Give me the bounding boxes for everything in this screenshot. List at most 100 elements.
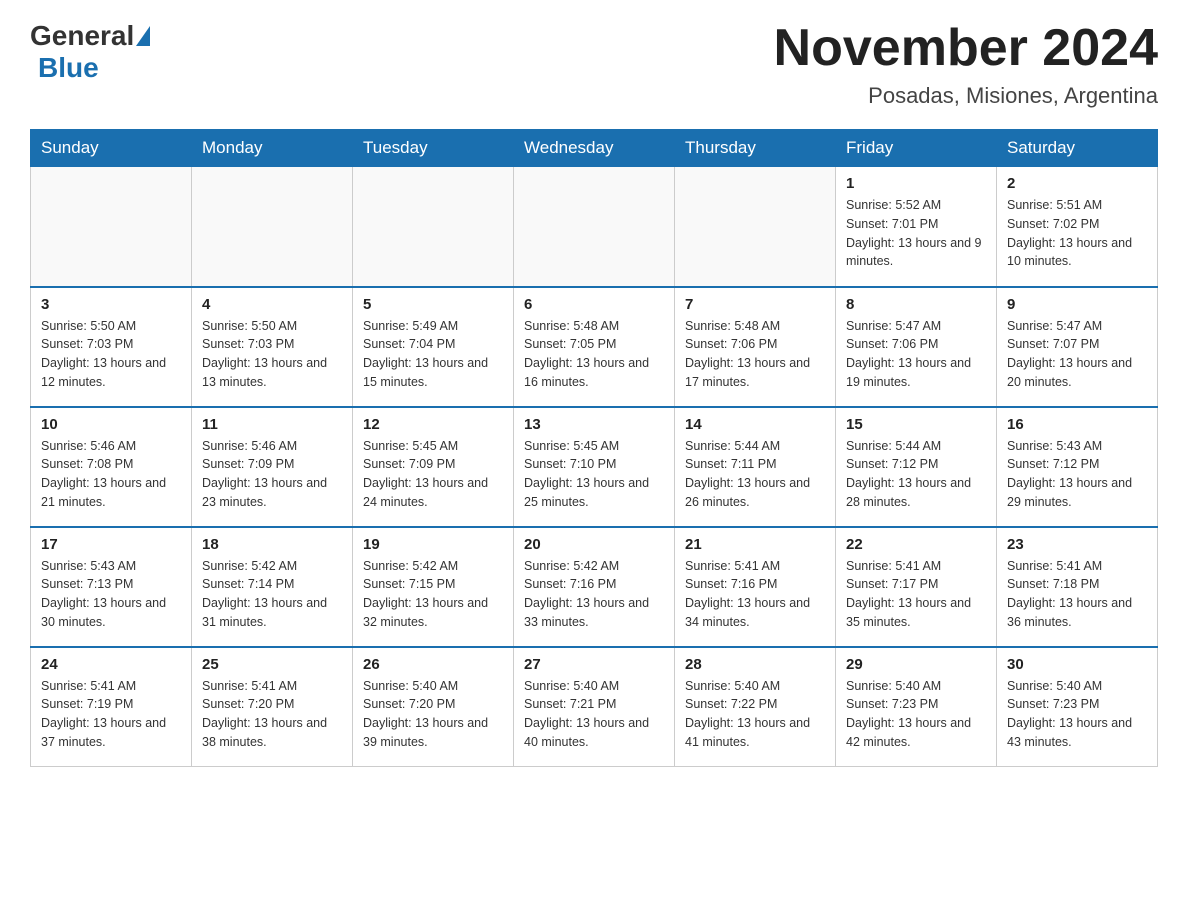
day-number: 30 bbox=[1007, 656, 1147, 673]
day-info: Sunrise: 5:50 AMSunset: 7:03 PMDaylight:… bbox=[202, 317, 342, 392]
day-info: Sunrise: 5:40 AMSunset: 7:23 PMDaylight:… bbox=[1007, 677, 1147, 752]
day-info: Sunrise: 5:42 AMSunset: 7:16 PMDaylight:… bbox=[524, 557, 664, 632]
day-info: Sunrise: 5:41 AMSunset: 7:16 PMDaylight:… bbox=[685, 557, 825, 632]
calendar-cell: 17Sunrise: 5:43 AMSunset: 7:13 PMDayligh… bbox=[31, 527, 192, 647]
day-info: Sunrise: 5:44 AMSunset: 7:12 PMDaylight:… bbox=[846, 437, 986, 512]
calendar-cell: 18Sunrise: 5:42 AMSunset: 7:14 PMDayligh… bbox=[192, 527, 353, 647]
day-of-week-header: Tuesday bbox=[353, 130, 514, 167]
day-number: 6 bbox=[524, 296, 664, 313]
day-info: Sunrise: 5:48 AMSunset: 7:05 PMDaylight:… bbox=[524, 317, 664, 392]
day-info: Sunrise: 5:40 AMSunset: 7:20 PMDaylight:… bbox=[363, 677, 503, 752]
day-number: 22 bbox=[846, 536, 986, 553]
day-info: Sunrise: 5:43 AMSunset: 7:13 PMDaylight:… bbox=[41, 557, 181, 632]
day-info: Sunrise: 5:43 AMSunset: 7:12 PMDaylight:… bbox=[1007, 437, 1147, 512]
calendar-cell: 1 Sunrise: 5:52 AMSunset: 7:01 PMDaylight… bbox=[836, 167, 997, 287]
day-number: 25 bbox=[202, 656, 342, 673]
calendar-cell: 27 Sunrise: 5:40 AMSunset: 7:21 PMDayligh… bbox=[514, 647, 675, 767]
calendar-week-row: 10 Sunrise: 5:46 AMSunset: 7:08 PMDayligh… bbox=[31, 407, 1158, 527]
day-number: 5 bbox=[363, 296, 503, 313]
day-of-week-header: Monday bbox=[192, 130, 353, 167]
day-number: 13 bbox=[524, 416, 664, 433]
calendar-cell: 2Sunrise: 5:51 AMSunset: 7:02 PMDaylight… bbox=[997, 167, 1158, 287]
calendar-table: SundayMondayTuesdayWednesdayThursdayFrid… bbox=[30, 129, 1158, 767]
day-of-week-header: Saturday bbox=[997, 130, 1158, 167]
calendar-cell: 30 Sunrise: 5:40 AMSunset: 7:23 PMDayligh… bbox=[997, 647, 1158, 767]
title-section: November 2024 Posadas, Misiones, Argenti… bbox=[774, 20, 1158, 109]
day-number: 21 bbox=[685, 536, 825, 553]
calendar-cell: 28 Sunrise: 5:40 AMSunset: 7:22 PMDayligh… bbox=[675, 647, 836, 767]
calendar-cell: 29 Sunrise: 5:40 AMSunset: 7:23 PMDayligh… bbox=[836, 647, 997, 767]
day-of-week-header: Wednesday bbox=[514, 130, 675, 167]
calendar-cell bbox=[675, 167, 836, 287]
day-number: 29 bbox=[846, 656, 986, 673]
day-info: Sunrise: 5:49 AMSunset: 7:04 PMDaylight:… bbox=[363, 317, 503, 392]
day-info: Sunrise: 5:48 AMSunset: 7:06 PMDaylight:… bbox=[685, 317, 825, 392]
calendar-cell: 24 Sunrise: 5:41 AMSunset: 7:19 PMDayligh… bbox=[31, 647, 192, 767]
day-info: Sunrise: 5:50 AMSunset: 7:03 PMDaylight:… bbox=[41, 317, 181, 392]
day-number: 14 bbox=[685, 416, 825, 433]
calendar-cell: 6 Sunrise: 5:48 AMSunset: 7:05 PMDaylight… bbox=[514, 287, 675, 407]
calendar-cell: 3 Sunrise: 5:50 AMSunset: 7:03 PMDaylight… bbox=[31, 287, 192, 407]
calendar-cell bbox=[514, 167, 675, 287]
day-info: Sunrise: 5:45 AMSunset: 7:10 PMDaylight:… bbox=[524, 437, 664, 512]
calendar-header-row: SundayMondayTuesdayWednesdayThursdayFrid… bbox=[31, 130, 1158, 167]
day-number: 8 bbox=[846, 296, 986, 313]
calendar-cell: 7 Sunrise: 5:48 AMSunset: 7:06 PMDaylight… bbox=[675, 287, 836, 407]
calendar-cell: 26 Sunrise: 5:40 AMSunset: 7:20 PMDayligh… bbox=[353, 647, 514, 767]
day-number: 4 bbox=[202, 296, 342, 313]
logo-general: General bbox=[30, 20, 134, 52]
logo-blue: Blue bbox=[38, 52, 99, 83]
calendar-cell: 19 Sunrise: 5:42 AMSunset: 7:15 PMDayligh… bbox=[353, 527, 514, 647]
day-info: Sunrise: 5:46 AMSunset: 7:08 PMDaylight:… bbox=[41, 437, 181, 512]
day-info: Sunrise: 5:52 AMSunset: 7:01 PMDaylight:… bbox=[846, 196, 986, 271]
day-info: Sunrise: 5:42 AMSunset: 7:14 PMDaylight:… bbox=[202, 557, 342, 632]
day-info: Sunrise: 5:41 AMSunset: 7:20 PMDaylight:… bbox=[202, 677, 342, 752]
day-info: Sunrise: 5:47 AMSunset: 7:06 PMDaylight:… bbox=[846, 317, 986, 392]
day-info: Sunrise: 5:44 AMSunset: 7:11 PMDaylight:… bbox=[685, 437, 825, 512]
calendar-cell: 9 Sunrise: 5:47 AMSunset: 7:07 PMDaylight… bbox=[997, 287, 1158, 407]
calendar-cell: 14 Sunrise: 5:44 AMSunset: 7:11 PMDayligh… bbox=[675, 407, 836, 527]
calendar-cell: 10 Sunrise: 5:46 AMSunset: 7:08 PMDayligh… bbox=[31, 407, 192, 527]
calendar-cell: 5 Sunrise: 5:49 AMSunset: 7:04 PMDaylight… bbox=[353, 287, 514, 407]
day-info: Sunrise: 5:41 AMSunset: 7:18 PMDaylight:… bbox=[1007, 557, 1147, 632]
day-of-week-header: Sunday bbox=[31, 130, 192, 167]
day-info: Sunrise: 5:40 AMSunset: 7:21 PMDaylight:… bbox=[524, 677, 664, 752]
calendar-cell bbox=[353, 167, 514, 287]
day-number: 10 bbox=[41, 416, 181, 433]
day-info: Sunrise: 5:40 AMSunset: 7:23 PMDaylight:… bbox=[846, 677, 986, 752]
day-number: 27 bbox=[524, 656, 664, 673]
day-number: 9 bbox=[1007, 296, 1147, 313]
day-info: Sunrise: 5:45 AMSunset: 7:09 PMDaylight:… bbox=[363, 437, 503, 512]
day-number: 7 bbox=[685, 296, 825, 313]
day-info: Sunrise: 5:42 AMSunset: 7:15 PMDaylight:… bbox=[363, 557, 503, 632]
calendar-week-row: 17Sunrise: 5:43 AMSunset: 7:13 PMDayligh… bbox=[31, 527, 1158, 647]
day-number: 19 bbox=[363, 536, 503, 553]
calendar-cell: 8 Sunrise: 5:47 AMSunset: 7:06 PMDaylight… bbox=[836, 287, 997, 407]
calendar-week-row: 24 Sunrise: 5:41 AMSunset: 7:19 PMDayligh… bbox=[31, 647, 1158, 767]
day-number: 1 bbox=[846, 175, 986, 192]
calendar-week-row: 1 Sunrise: 5:52 AMSunset: 7:01 PMDaylight… bbox=[31, 167, 1158, 287]
day-number: 11 bbox=[202, 416, 342, 433]
calendar-cell: 13 Sunrise: 5:45 AMSunset: 7:10 PMDayligh… bbox=[514, 407, 675, 527]
logo: General Blue bbox=[30, 20, 152, 84]
calendar-week-row: 3 Sunrise: 5:50 AMSunset: 7:03 PMDaylight… bbox=[31, 287, 1158, 407]
calendar-cell: 22Sunrise: 5:41 AMSunset: 7:17 PMDayligh… bbox=[836, 527, 997, 647]
day-info: Sunrise: 5:51 AMSunset: 7:02 PMDaylight:… bbox=[1007, 196, 1147, 271]
calendar-cell: 21 Sunrise: 5:41 AMSunset: 7:16 PMDayligh… bbox=[675, 527, 836, 647]
day-number: 3 bbox=[41, 296, 181, 313]
day-info: Sunrise: 5:46 AMSunset: 7:09 PMDaylight:… bbox=[202, 437, 342, 512]
day-info: Sunrise: 5:40 AMSunset: 7:22 PMDaylight:… bbox=[685, 677, 825, 752]
day-info: Sunrise: 5:47 AMSunset: 7:07 PMDaylight:… bbox=[1007, 317, 1147, 392]
calendar-cell: 25 Sunrise: 5:41 AMSunset: 7:20 PMDayligh… bbox=[192, 647, 353, 767]
day-number: 24 bbox=[41, 656, 181, 673]
day-info: Sunrise: 5:41 AMSunset: 7:19 PMDaylight:… bbox=[41, 677, 181, 752]
day-number: 12 bbox=[363, 416, 503, 433]
day-number: 15 bbox=[846, 416, 986, 433]
day-of-week-header: Thursday bbox=[675, 130, 836, 167]
day-number: 28 bbox=[685, 656, 825, 673]
location: Posadas, Misiones, Argentina bbox=[774, 83, 1158, 109]
calendar-cell: 15 Sunrise: 5:44 AMSunset: 7:12 PMDayligh… bbox=[836, 407, 997, 527]
day-number: 23 bbox=[1007, 536, 1147, 553]
day-number: 26 bbox=[363, 656, 503, 673]
day-number: 16 bbox=[1007, 416, 1147, 433]
